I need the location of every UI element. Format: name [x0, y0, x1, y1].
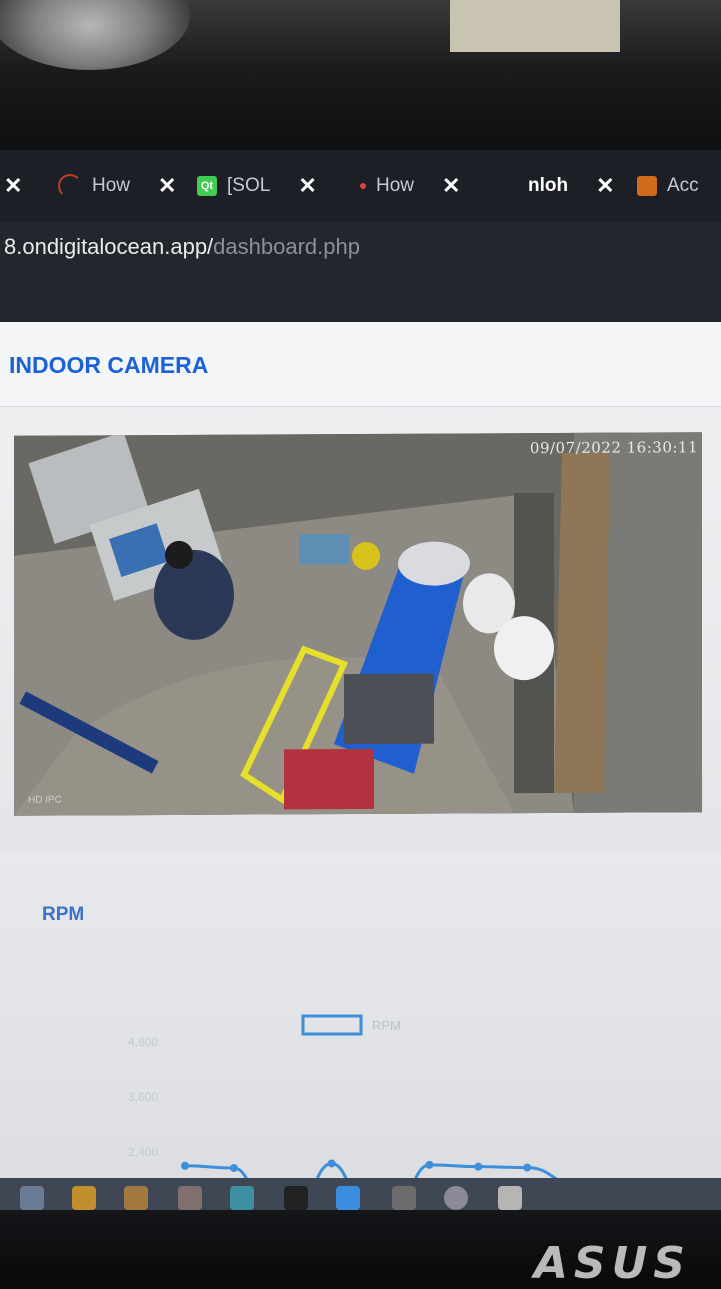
browser-tab[interactable]: nloh ✕	[528, 150, 615, 222]
app-icon[interactable]	[392, 1186, 416, 1210]
app-icon[interactable]	[498, 1186, 522, 1210]
y-tick-label: 4,800	[128, 1035, 158, 1049]
rpm-data-point	[474, 1162, 483, 1171]
monitor-bezel-top	[0, 0, 721, 150]
camera-feed-image	[14, 432, 702, 816]
rpm-chart: RPM 4,800 3,600 2,400	[128, 1014, 563, 1180]
chart-legend: RPM	[301, 1014, 401, 1036]
browser-tab-bar: ✕ How ✕ Qt [SOL ✕ How ✕ nloh ✕ Acc	[0, 150, 721, 222]
address-bar[interactable]: 8.ondigitalocean.app/dashboard.php	[0, 222, 721, 322]
start-icon[interactable]	[20, 1186, 44, 1210]
browser-tab[interactable]: How ✕	[360, 150, 460, 222]
url-domain: 8.ondigitalocean.app/	[4, 234, 214, 259]
close-icon[interactable]: ✕	[4, 173, 22, 199]
camera-timestamp: 09/07/2022 16:30:11	[529, 438, 698, 458]
browser-tab[interactable]: Qt [SOL ✕	[197, 150, 317, 222]
tab-label: nloh	[528, 175, 569, 196]
close-icon[interactable]: ✕	[298, 173, 316, 199]
tab-label: Acc	[667, 175, 699, 196]
dashboard-page: INDOOR CAMERA 09/07/2022 16:30:11 HD IPC…	[0, 322, 721, 1180]
y-tick-label: 2,400	[128, 1145, 158, 1159]
dot-favicon-icon	[360, 183, 366, 189]
legend-swatch	[301, 1014, 363, 1036]
chrome-icon[interactable]	[178, 1186, 202, 1210]
rpm-data-point	[229, 1164, 238, 1173]
tab-label: [SOL	[227, 175, 271, 196]
camera-card-header: INDOOR CAMERA	[0, 322, 721, 407]
camera-title: INDOOR CAMERA	[9, 352, 209, 378]
folder-icon[interactable]	[124, 1186, 148, 1210]
tab-label: How	[376, 175, 415, 196]
rpm-data-point	[523, 1163, 532, 1172]
close-icon[interactable]: ✕	[442, 173, 460, 199]
camera-overlay-label: HD IPC	[28, 794, 62, 806]
tab-label: How	[92, 175, 131, 196]
close-icon[interactable]: ✕	[158, 173, 176, 199]
qt-favicon-icon: Qt	[197, 176, 217, 196]
browser-tab[interactable]: How ✕	[58, 150, 176, 222]
close-icon[interactable]: ✕	[596, 173, 614, 199]
monitor-brand-logo: ASUS	[533, 1238, 691, 1289]
rpm-data-point	[425, 1160, 434, 1169]
avatar-favicon-icon	[637, 176, 657, 196]
background-disc-object	[0, 0, 190, 70]
swirl-favicon-icon	[58, 174, 82, 198]
legend-label: RPM	[372, 1018, 401, 1033]
file-explorer-icon[interactable]	[72, 1186, 96, 1210]
rpm-data-point	[181, 1161, 189, 1170]
url-path: dashboard.php	[213, 234, 360, 259]
terminal-icon[interactable]	[284, 1186, 308, 1210]
vscode-icon[interactable]	[336, 1186, 360, 1210]
rpm-data-point	[327, 1159, 336, 1168]
browser-tab[interactable]: Acc	[637, 150, 699, 222]
browser-tab[interactable]: ✕	[0, 150, 22, 222]
camera-feed[interactable]: 09/07/2022 16:30:11 HD IPC	[14, 432, 702, 816]
background-paper-object	[450, 0, 620, 52]
app-icon[interactable]	[444, 1186, 468, 1210]
rpm-title: RPM	[42, 904, 85, 925]
y-tick-label: 3,600	[128, 1090, 158, 1104]
url-text[interactable]: 8.ondigitalocean.app/dashboard.php	[4, 234, 360, 260]
browser-icon[interactable]	[230, 1186, 254, 1210]
